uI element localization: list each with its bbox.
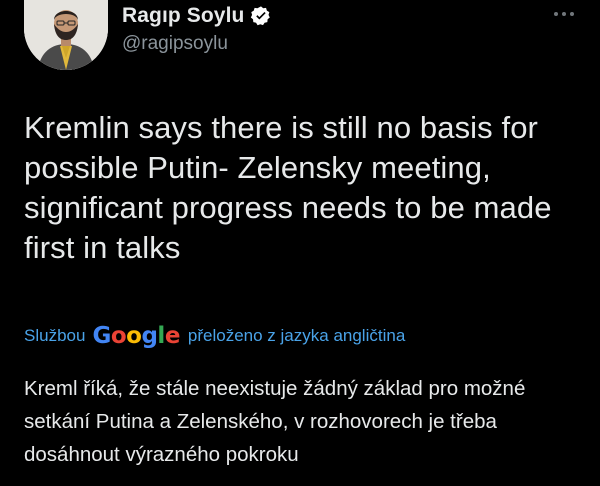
google-letter: e <box>164 323 181 349</box>
author-name[interactable]: Ragıp Soylu <box>122 4 244 28</box>
google-letter: G <box>92 323 111 349</box>
author-name-row[interactable]: Ragıp Soylu <box>122 2 272 30</box>
translation-prefix: Službou <box>24 326 86 345</box>
avatar[interactable] <box>24 0 108 70</box>
more-button[interactable] <box>546 2 582 26</box>
google-logo: G o o g l e <box>92 323 181 349</box>
profile-photo <box>24 0 108 70</box>
tweet: Ragıp Soylu @ragipsoylu Kremlin says the… <box>0 0 600 486</box>
more-horizontal-icon <box>554 12 574 16</box>
author-handle[interactable]: @ragipsoylu <box>122 33 228 55</box>
google-letter: o <box>126 323 142 349</box>
google-letter: g <box>141 323 158 349</box>
tweet-text: Kremlin says there is still no basis for… <box>24 110 552 265</box>
verified-badge-icon <box>250 5 272 27</box>
google-letter: o <box>110 323 127 349</box>
google-letter: l <box>157 323 165 349</box>
translation-attribution[interactable]: Službou G o o g l e přeloženo z jazyka a… <box>24 322 405 350</box>
translated-text: Kreml říká, že stále neexistuje žádný zá… <box>24 377 526 466</box>
translation-suffix: přeloženo z jazyka angličtina <box>187 326 406 345</box>
